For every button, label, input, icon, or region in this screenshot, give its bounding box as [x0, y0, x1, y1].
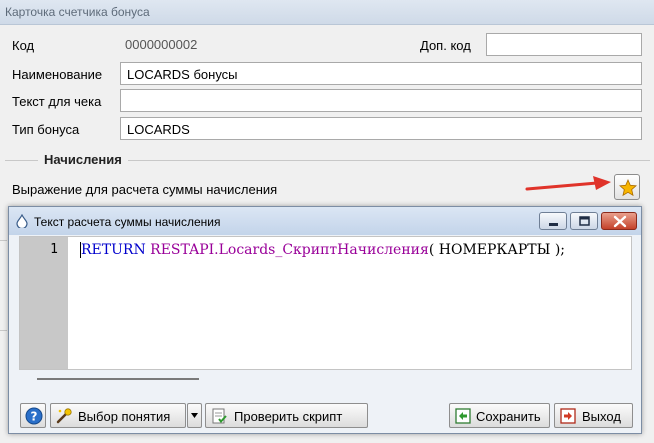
choose-concept-button[interactable]: Выбор понятия [50, 403, 186, 428]
choose-concept-label: Выбор понятия [78, 409, 171, 424]
receipt-text-field[interactable] [120, 89, 642, 112]
bonus-type-field[interactable]: LOCARDS [120, 117, 642, 140]
parent-divider-fragment [0, 330, 7, 331]
svg-text:?: ? [31, 410, 38, 424]
script-editor[interactable]: 1 RETURN RESTAPI.Locards_СкриптНачислени… [19, 236, 632, 370]
code-label: Код [12, 38, 35, 53]
exit-label: Выход [582, 409, 621, 424]
code-keyword: RETURN [81, 242, 146, 258]
parent-window-title: Карточка счетчика бонуса [0, 0, 654, 25]
chevron-down-icon [191, 413, 198, 418]
code-value: 0000000002 [125, 37, 198, 52]
code-arguments: ( НОМЕРКАРТЫ ); [428, 242, 566, 258]
script-dialog: Текст расчета суммы начисления 1 RETURN … [8, 206, 642, 434]
code-function: RESTAPI.Locards_СкриптНачисления [150, 242, 429, 258]
extra-code-field[interactable] [486, 33, 642, 56]
name-label: Наименование [12, 67, 103, 82]
accruals-group-title: Начисления [38, 152, 128, 167]
help-icon: ? [25, 407, 43, 425]
check-script-button[interactable]: Проверить скрипт [205, 403, 368, 428]
bonus-type-label: Тип бонуса [12, 122, 80, 137]
magic-wand-icon [56, 408, 72, 424]
extra-code-label: Доп. код [420, 38, 471, 53]
receipt-text-label: Текст для чека [12, 94, 102, 109]
expression-label: Выражение для расчета суммы начисления [12, 182, 278, 197]
code-line[interactable]: RETURN RESTAPI.Locards_СкриптНачисления(… [81, 242, 565, 258]
close-button[interactable] [601, 212, 637, 230]
line-number: 1 [50, 242, 58, 257]
dialog-title-bar: Текст расчета суммы начисления [9, 207, 641, 235]
save-label: Сохранить [476, 409, 541, 424]
check-script-label: Проверить скрипт [234, 409, 343, 424]
expression-edit-button[interactable] [614, 174, 640, 200]
dialog-title: Текст расчета суммы начисления [34, 215, 221, 229]
star-icon [619, 179, 637, 197]
script-check-icon [212, 408, 227, 424]
minimize-icon [549, 223, 558, 226]
name-field[interactable]: LOCARDS бонусы [120, 62, 642, 85]
maximize-icon [579, 216, 590, 226]
annotation-arrow-icon [525, 176, 611, 191]
horizontal-scrollbar[interactable] [37, 378, 199, 380]
minimize-button[interactable] [539, 212, 567, 230]
save-button[interactable]: Сохранить [449, 403, 550, 428]
maximize-button[interactable] [570, 212, 598, 230]
exit-icon [560, 408, 576, 424]
drop-icon [16, 214, 28, 228]
choose-concept-dropdown[interactable] [187, 403, 202, 428]
save-icon [455, 408, 471, 424]
line-number-gutter: 1 [20, 237, 68, 369]
close-icon [613, 215, 627, 228]
help-button[interactable]: ? [20, 403, 46, 428]
exit-button[interactable]: Выход [554, 403, 633, 428]
parent-divider-fragment [0, 240, 7, 241]
